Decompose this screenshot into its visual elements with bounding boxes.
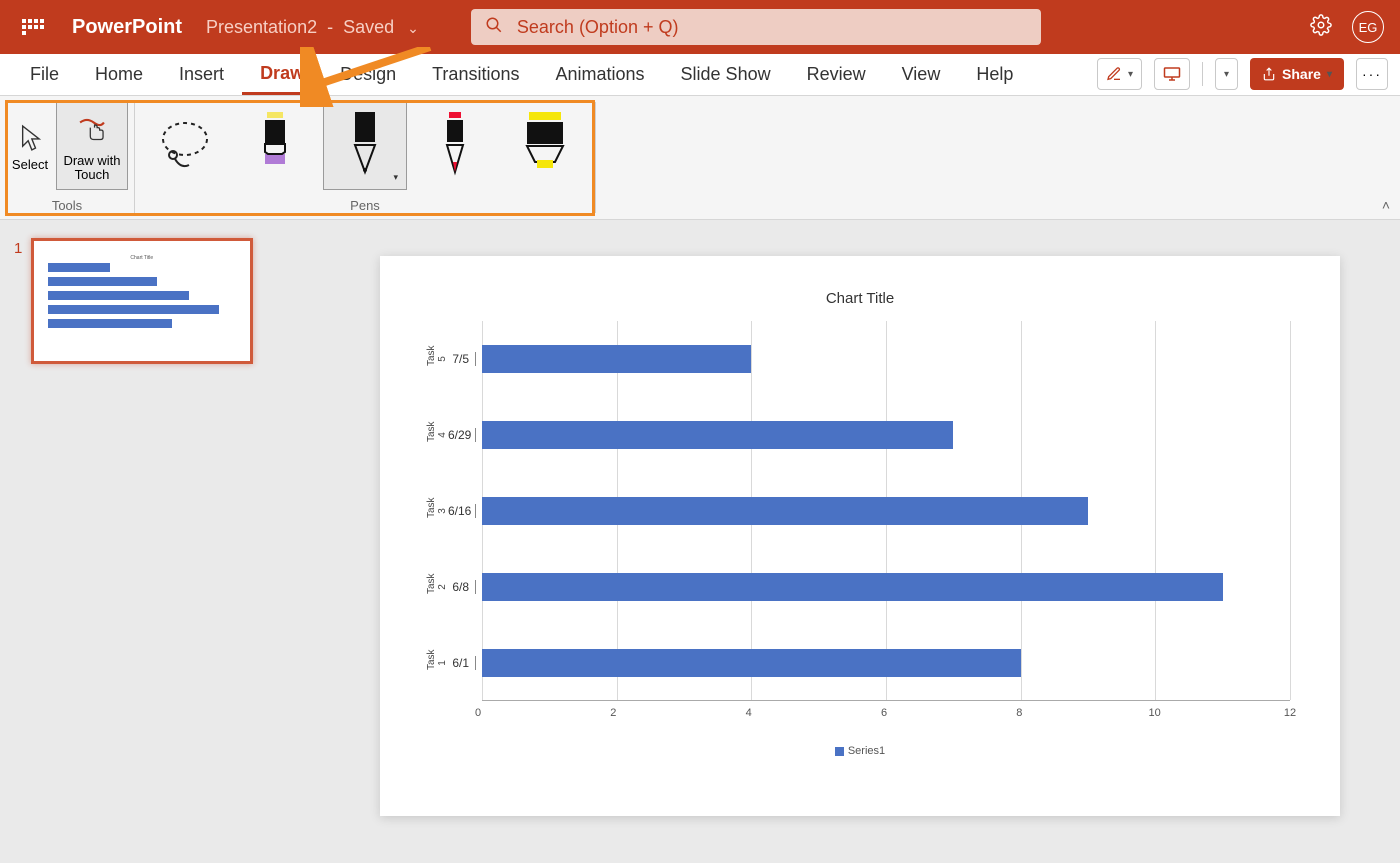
chevron-down-icon: ▾ (1128, 69, 1133, 80)
doc-status-sep: - (322, 17, 343, 37)
x-tick: 0 (475, 707, 481, 719)
legend-swatch (835, 747, 844, 756)
search-icon (485, 16, 503, 39)
share-label: Share (1282, 66, 1321, 82)
bar (482, 345, 751, 373)
share-button[interactable]: Share ▾ (1250, 58, 1344, 90)
tab-slideshow[interactable]: Slide Show (663, 54, 789, 95)
search-placeholder: Search (Option + Q) (517, 17, 679, 38)
tab-transitions[interactable]: Transitions (414, 54, 537, 95)
cursor-icon (19, 124, 41, 152)
yellow-highlighter[interactable] (503, 100, 587, 190)
category-date-label: 7/5 (448, 352, 476, 366)
red-pen[interactable] (413, 100, 497, 190)
thumbnail-index: 1 (14, 240, 22, 257)
slide-1[interactable]: Chart Title Task 57/5Task 46/29Task 36/1… (380, 256, 1340, 816)
pens-group: ▾ Pens (135, 96, 595, 219)
draw-with-touch-tool[interactable]: Draw with Touch (56, 100, 128, 190)
more-button[interactable]: ··· (1356, 58, 1388, 90)
chart-title: Chart Title (430, 290, 1290, 307)
present-dropdown[interactable]: ▾ (1215, 58, 1238, 90)
tab-animations[interactable]: Animations (537, 54, 662, 95)
x-tick: 4 (746, 707, 752, 719)
chart-legend: Series1 (430, 745, 1290, 757)
collapse-ribbon-button[interactable]: ˄ (1382, 197, 1390, 213)
x-tick: 12 (1284, 707, 1296, 719)
category-date-label: 6/29 (448, 428, 476, 442)
user-avatar[interactable]: EG (1352, 11, 1384, 43)
select-label: Select (12, 158, 48, 172)
search-box[interactable]: Search (Option + Q) (471, 9, 1041, 45)
editing-mode-button[interactable]: ▾ (1097, 58, 1142, 90)
select-tool[interactable]: Select (6, 100, 54, 190)
lasso-tool[interactable] (143, 100, 227, 190)
draw-touch-label: Draw with Touch (57, 154, 127, 182)
legend-label: Series1 (848, 745, 885, 757)
workspace: 1 Chart Title Chart Title Task 57/5Task … (0, 220, 1400, 863)
pens-group-label: Pens (350, 198, 380, 213)
thumbnail-panel: 1 Chart Title (0, 220, 300, 863)
settings-icon[interactable] (1310, 14, 1332, 41)
category-date-label: 6/1 (448, 656, 476, 670)
touch-icon (75, 114, 109, 148)
highlighter-icon (251, 110, 299, 180)
tab-help[interactable]: Help (958, 54, 1031, 95)
chart-body: Task 57/5Task 46/29Task 36/16Task 26/8Ta… (430, 321, 1290, 701)
highlighter-icon (521, 110, 569, 180)
bar (482, 421, 953, 449)
ribbon-tabs: File Home Insert Draw Design Transitions… (0, 54, 1400, 96)
bar (482, 573, 1223, 601)
bar (482, 497, 1088, 525)
chevron-down-icon[interactable]: ⌄ (407, 20, 419, 36)
x-tick: 8 (1016, 707, 1022, 719)
category-task-label: Task 3 (426, 504, 448, 518)
pen-icon (431, 110, 479, 180)
tools-group-label: Tools (52, 198, 82, 213)
x-tick: 6 (881, 707, 887, 719)
tab-view[interactable]: View (884, 54, 959, 95)
chevron-down-icon: ▾ (1327, 69, 1332, 80)
category-task-label: Task 1 (426, 656, 448, 670)
purple-highlighter[interactable] (233, 100, 317, 190)
tab-design[interactable]: Design (322, 54, 414, 95)
slide-thumbnail-1[interactable]: Chart Title (31, 238, 253, 364)
category-date-label: 6/16 (448, 504, 476, 518)
pen-icon (341, 110, 389, 180)
chevron-down-icon[interactable]: ▾ (393, 172, 398, 183)
tools-group: Select Draw with Touch Tools (0, 96, 134, 219)
tab-review[interactable]: Review (789, 54, 884, 95)
tab-home[interactable]: Home (77, 54, 161, 95)
black-pen[interactable]: ▾ (323, 100, 407, 190)
category-task-label: Task 5 (426, 352, 448, 366)
title-bar: PowerPoint Presentation2 - Saved ⌄ Searc… (0, 0, 1400, 54)
app-name: PowerPoint (72, 16, 182, 39)
lasso-icon (155, 115, 215, 175)
x-tick: 2 (610, 707, 616, 719)
present-button[interactable] (1154, 58, 1190, 90)
x-tick: 10 (1149, 707, 1161, 719)
document-name[interactable]: Presentation2 - Saved ⌄ (206, 17, 419, 38)
draw-ribbon: Select Draw with Touch Tools (0, 96, 1400, 220)
doc-status-text: Saved (343, 17, 394, 37)
category-task-label: Task 2 (426, 580, 448, 594)
tab-file[interactable]: File (12, 54, 77, 95)
category-date-label: 6/8 (448, 580, 476, 594)
thumbnail-chart: Chart Title (48, 255, 236, 347)
bar (482, 649, 1021, 677)
tab-draw[interactable]: Draw (242, 54, 322, 95)
category-task-label: Task 4 (426, 428, 448, 442)
tab-insert[interactable]: Insert (161, 54, 242, 95)
slide-canvas-area[interactable]: Chart Title Task 57/5Task 46/29Task 36/1… (300, 220, 1400, 863)
doc-name-text: Presentation2 (206, 17, 317, 37)
app-launcher-icon[interactable] (16, 13, 52, 41)
